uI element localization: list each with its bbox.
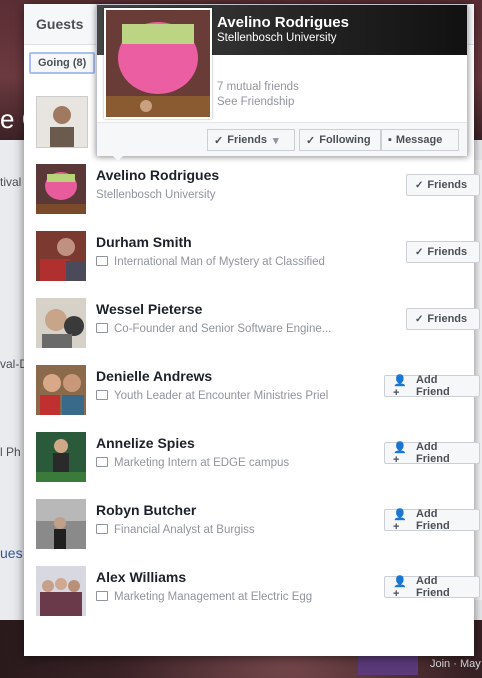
profile-hovercard: Avelino Rodrigues Stellenbosch Universit… [96,4,468,161]
background-join-text: Join · May [430,658,481,670]
guest-detail-text: Marketing Intern at EDGE campus [114,457,290,469]
mutual-friends-link[interactable]: 7 mutual friends [217,81,299,93]
check-icon: ✓ [214,134,224,147]
see-friendship-link[interactable]: See Friendship [217,96,294,108]
add-friend-button[interactable]: 👤+ Add Friend [384,374,480,399]
avatar[interactable] [36,566,86,616]
avatar-image [36,432,86,482]
avatar-image [36,499,86,549]
briefcase-icon [96,389,108,400]
add-friend-button[interactable]: 👤+ Add Friend [384,441,480,466]
guest-row-denielle: Denielle Andrews Youth Leader at Encount… [36,365,480,415]
background-text-4: l Ph [0,445,21,459]
message-button[interactable]: ▪ Message [381,129,459,151]
add-friend-button[interactable]: 👤+ Add Friend [384,575,480,600]
add-friend-icon: 👤+ [393,508,407,533]
button-label: Friends [427,313,468,325]
avatar-image [37,97,87,147]
avatar-image [36,164,86,214]
avatar[interactable] [36,432,86,482]
button-label: Add Friend [416,508,450,532]
briefcase-icon [96,255,108,266]
check-icon: ✓ [415,313,424,325]
background-text-2: tival [0,175,22,189]
dialog-title: Guests [36,16,84,32]
guest-detail: Co-Founder and Senior Software Engine... [96,322,332,335]
guest-detail: International Man of Mystery at Classifi… [96,255,325,268]
guest-detail: Youth Leader at Encounter Ministries Pri… [96,389,329,402]
guest-detail-text: Stellenbosch University [96,189,216,201]
guest-name[interactable]: Robyn Butcher [96,502,196,518]
hovercard-photo-image [106,10,210,117]
guest-detail-text: Youth Leader at Encounter Ministries Pri… [114,390,329,402]
hovercard-name[interactable]: Avelino Rodrigues [217,14,349,31]
guest-row-annelize: Annelize Spies Marketing Intern at EDGE … [36,432,480,482]
briefcase-icon [96,590,108,601]
guest-name[interactable]: Durham Smith [96,234,192,250]
guest-detail-text: International Man of Mystery at Classifi… [114,256,325,268]
avatar[interactable] [36,499,86,549]
guest-detail: Financial Analyst at Burgiss [96,523,255,536]
guest-detail: Marketing Management at Electric Egg [96,590,313,603]
add-friend-icon: 👤+ [393,374,407,399]
avatar-image [36,231,86,281]
button-label: Friends [427,246,468,258]
guest-row-alex: Alex Williams Marketing Management at El… [36,566,480,616]
friends-button[interactable]: ✓ Friends [406,174,480,196]
button-label: Add Friend [416,441,450,465]
button-label: Friends [427,179,468,191]
guest-name[interactable]: Alex Williams [96,569,186,585]
avatar-image [36,566,86,616]
guest-detail: Stellenbosch University [96,189,216,201]
briefcase-icon [96,456,108,467]
guest-name[interactable]: Avelino Rodrigues [96,167,219,183]
avatar-image [36,365,86,415]
add-friend-button[interactable]: 👤+ Add Friend [384,508,480,533]
button-label: Add Friend [416,575,450,599]
guest-row-wessel: Wessel Pieterse Co-Founder and Senior So… [36,298,480,348]
guest-detail: Marketing Intern at EDGE campus [96,456,290,469]
background-text-5: ues [0,545,23,561]
guest-row-avelino: Avelino Rodrigues Stellenbosch Universit… [36,164,480,214]
going-filter-label: Going (8) [38,57,87,69]
briefcase-icon [96,322,108,333]
check-icon: ✓ [415,246,424,258]
guest-detail-text: Co-Founder and Senior Software Engine... [114,323,332,335]
friends-button[interactable]: ✓ Friends [406,241,480,263]
avatar[interactable] [36,164,86,214]
hovercard-actions: ✓ Friends ▾ ✓ Following ▪ Message [97,122,467,156]
button-label: Add Friend [416,374,450,398]
avatar[interactable] [36,365,86,415]
guest-row-durham: Durham Smith International Man of Myster… [36,231,480,281]
briefcase-icon [96,523,108,534]
guest-detail-text: Marketing Management at Electric Egg [114,591,313,603]
guest-detail-text: Financial Analyst at Burgiss [114,524,255,536]
following-button[interactable]: ✓ Following [299,129,381,151]
avatar[interactable] [36,298,86,348]
friends-dropdown-button[interactable]: ✓ Friends ▾ [207,129,295,151]
going-filter-dropdown[interactable]: Going (8) [29,52,95,74]
button-label: Friends [227,134,267,146]
background-thumbnail [358,655,418,675]
guest-name[interactable]: Wessel Pieterse [96,301,202,317]
message-icon: ▪ [388,134,392,146]
avatar-image [36,298,86,348]
guest-row-robyn: Robyn Butcher Financial Analyst at Burgi… [36,499,480,549]
hovercard-caret [111,154,125,161]
guest-name[interactable]: Denielle Andrews [96,368,212,384]
add-friend-icon: 👤+ [393,575,407,600]
check-icon: ✓ [415,179,424,191]
chevron-down-icon: ▾ [272,134,279,147]
add-friend-icon: 👤+ [393,441,407,466]
button-label: Following [319,134,371,146]
hovercard-subtitle: Stellenbosch University [217,32,337,44]
friends-button[interactable]: ✓ Friends [406,308,480,330]
guest-name[interactable]: Annelize Spies [96,435,195,451]
guest-avatar-first[interactable] [36,96,88,148]
check-icon: ✓ [306,134,316,147]
button-label: Message [395,134,443,146]
hovercard-profile-photo[interactable] [104,8,212,119]
avatar[interactable] [36,231,86,281]
